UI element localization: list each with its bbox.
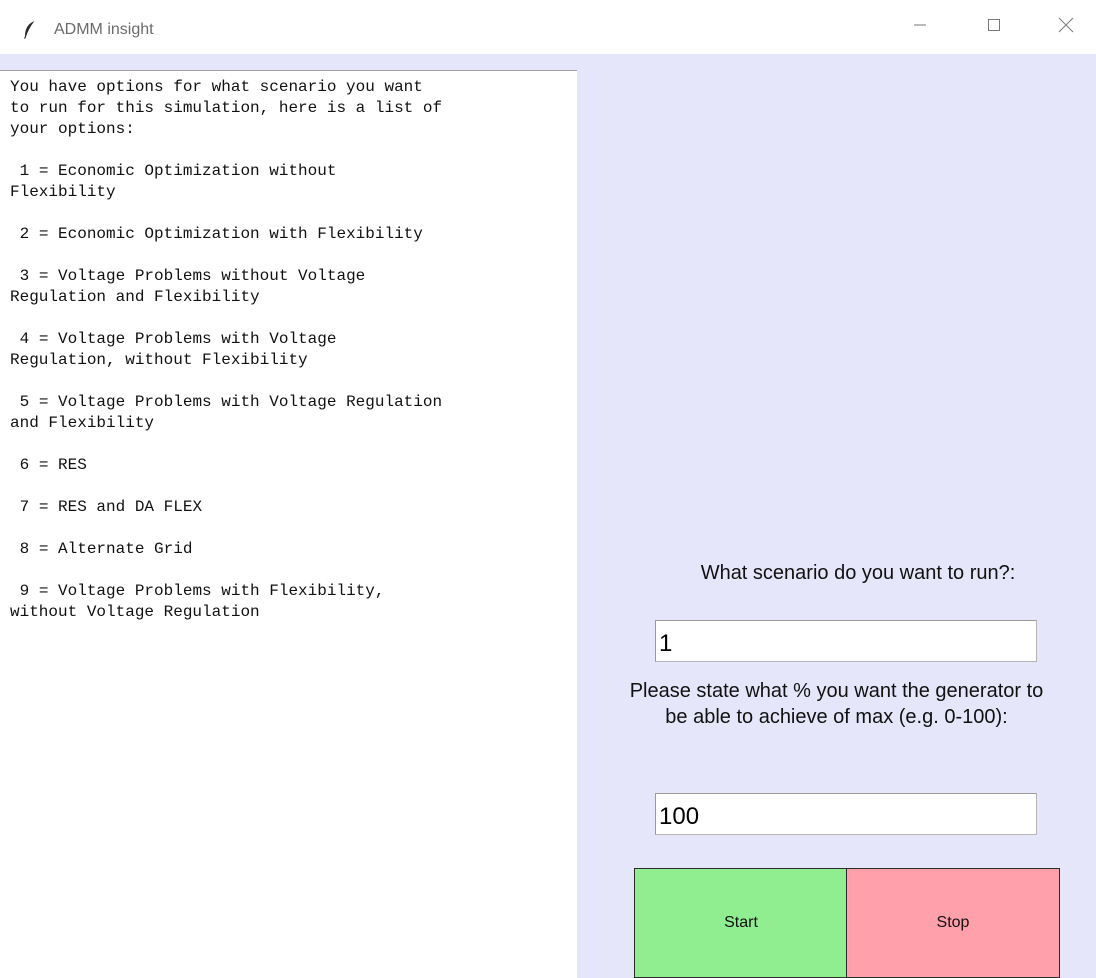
scenario-label: What scenario do you want to run?:: [700, 562, 1016, 584]
feather-icon: [22, 20, 38, 40]
generator-percent-input[interactable]: [655, 793, 1037, 835]
maximize-icon: [987, 18, 1001, 37]
title-bar[interactable]: ADMM insight: [0, 0, 1096, 54]
window-title: ADMM insight: [54, 21, 154, 38]
scenario-options-text: You have options for what scenario you w…: [10, 78, 443, 621]
generator-percent-label-line1: Please state what % you want the generat…: [629, 680, 1044, 702]
scenario-input[interactable]: [655, 620, 1037, 662]
start-button[interactable]: Start: [634, 868, 848, 978]
stop-button-label: Stop: [936, 914, 970, 931]
scenario-options-text-area[interactable]: You have options for what scenario you w…: [0, 70, 577, 978]
maximize-button[interactable]: [964, 0, 1024, 54]
app-window: ADMM insight You have options for what s…: [0, 0, 1096, 978]
generator-percent-label: Please state what % you want the generat…: [577, 678, 1096, 730]
close-icon: [1058, 17, 1074, 38]
start-button-label: Start: [724, 914, 758, 931]
close-button[interactable]: [1036, 0, 1096, 54]
stop-button[interactable]: Stop: [846, 868, 1060, 978]
generator-percent-label-line2: be able to achieve of max (e.g. 0-100):: [665, 706, 1008, 728]
minimize-icon: [913, 18, 927, 37]
minimize-button[interactable]: [890, 0, 950, 54]
